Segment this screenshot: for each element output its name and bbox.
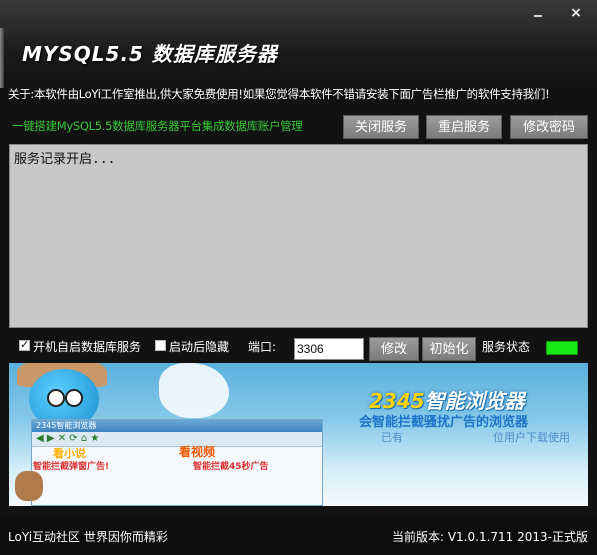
ad-user-count: 已有 位用户下载使用: [381, 429, 570, 445]
change-password-button[interactable]: 修改密码: [510, 115, 588, 139]
app-window: × MYSQL5.5 数据库服务器 关于:本软件由LoYi工作室推出,供大家免费…: [0, 0, 597, 555]
modify-port-button[interactable]: 修改: [369, 337, 419, 361]
ad-tag-video-sub: 智能拦截45秒广告: [193, 462, 269, 472]
hide-after-start-checkbox[interactable]: [155, 340, 166, 351]
service-log[interactable]: 服务记录开启...: [9, 144, 588, 328]
feather-duster-image: [159, 363, 229, 418]
ad-slogan: 会智能拦截骚扰广告的浏览器: [359, 415, 529, 430]
port-label: 端口:: [248, 340, 277, 354]
ad-brand-number: 2345: [369, 389, 425, 413]
port-input[interactable]: 3306: [294, 338, 364, 360]
ad-brand-logo: 2345智能浏览器: [369, 385, 525, 414]
window-edge: [0, 28, 4, 88]
autostart-label[interactable]: 开机自启数据库服务: [33, 338, 141, 355]
mascot-eye: [47, 389, 65, 407]
app-title: MYSQL5.5 数据库服务器: [22, 42, 278, 66]
ad-brand-name: 智能浏览器: [424, 389, 525, 413]
minimize-button[interactable]: [530, 10, 546, 20]
ad-tag-novel-sub: 智能拦截弹窗广告!: [33, 462, 110, 472]
initialize-button[interactable]: 初始化: [422, 337, 476, 361]
about-text: 关于:本软件由LoYi工作室推出,供大家免费使用!如果您觉得本软件不错请安装下面…: [8, 87, 550, 101]
browser-preview-titlebar: 2345智能浏览器: [32, 420, 322, 432]
minimize-icon: [534, 15, 542, 17]
restart-service-button[interactable]: 重启服务: [426, 115, 502, 139]
stop-service-button[interactable]: 关闭服务: [343, 115, 419, 139]
platform-description: 一键搭建MySQL5.5数据库服务器平台集成数据库账户管理: [12, 119, 303, 133]
service-status-indicator: [546, 341, 578, 355]
hide-after-start-label[interactable]: 启动后隐藏: [169, 338, 229, 355]
log-text: 服务记录开启...: [14, 152, 116, 167]
money-bag-image: [15, 471, 43, 501]
community-link[interactable]: LoYi互动社区 世界因你而精彩: [8, 528, 168, 545]
mascot-eye: [65, 389, 83, 407]
close-button[interactable]: ×: [566, 4, 586, 22]
ad-tag-video: 看视频: [179, 445, 216, 459]
ad-banner[interactable]: 2345智能浏览器 ◀ ▶ ✕ ⟳ ⌂ ★ 看小说 智能拦截弹窗广告! 看视频 …: [9, 363, 588, 506]
ad-users-left: 已有: [381, 431, 403, 444]
ad-users-right: 位用户下载使用: [493, 431, 570, 444]
service-status-label: 服务状态: [482, 340, 531, 354]
version-label: 当前版本: V1.0.1.711 2013-正式版: [391, 530, 588, 544]
autostart-checkbox[interactable]: [19, 338, 30, 351]
